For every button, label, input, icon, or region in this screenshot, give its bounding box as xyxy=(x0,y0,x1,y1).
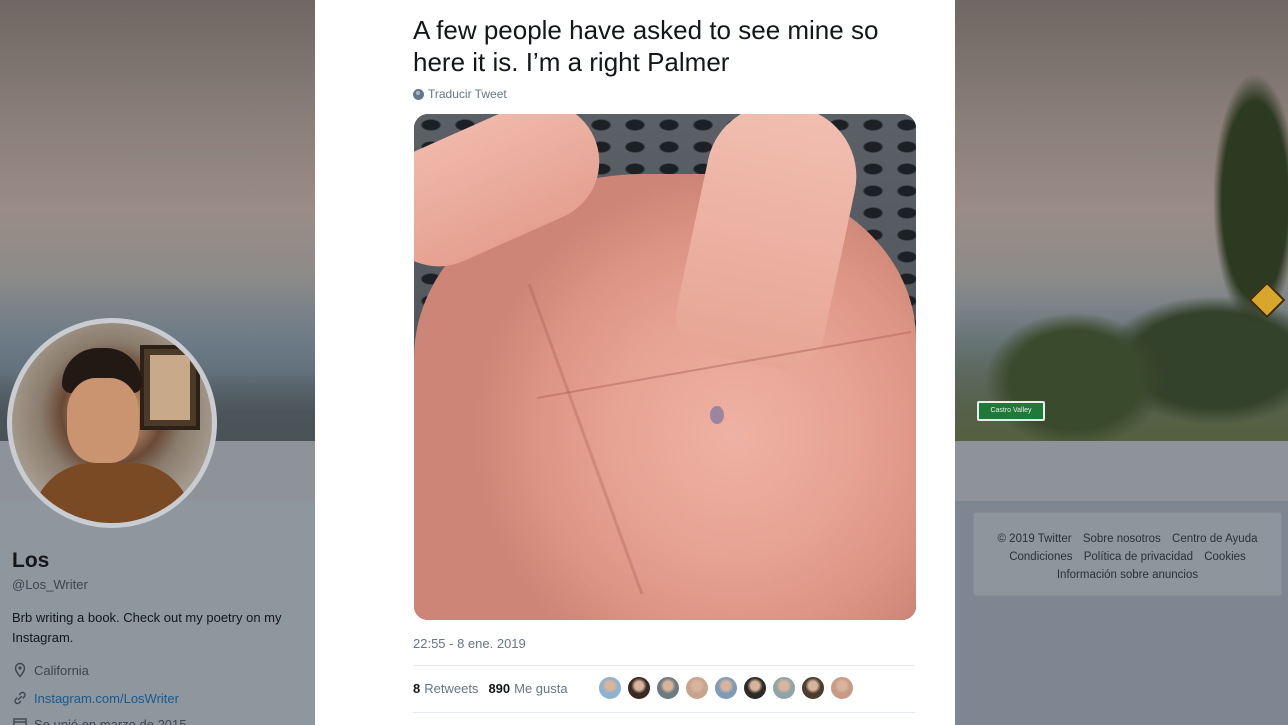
liker-avatar[interactable] xyxy=(598,676,622,700)
footer-link-ads-info[interactable]: Información sobre anuncios xyxy=(1057,569,1198,581)
footer-link-about[interactable]: Sobre nosotros xyxy=(1083,533,1161,545)
profile-joined-text: Se unió en marzo de 2015 xyxy=(34,716,187,725)
likers-avatars xyxy=(598,676,854,700)
liker-avatar[interactable] xyxy=(743,676,767,700)
tweet-stats: 8 Retweets 890 Me gusta xyxy=(413,681,578,696)
profile-link[interactable]: Instagram.com/LosWriter xyxy=(12,690,179,706)
translate-tweet-label[interactable]: Traducir Tweet xyxy=(428,87,507,101)
likes-count: 890 xyxy=(488,681,511,696)
tweet-photo[interactable] xyxy=(414,114,916,620)
profile-bio: Brb writing a book. Check out my poetry … xyxy=(12,610,282,645)
footer-copyright: © 2019 Twitter xyxy=(997,533,1072,545)
calendar-icon xyxy=(13,718,27,725)
profile-joined: Se unió en marzo de 2015 xyxy=(12,716,187,725)
liker-avatar[interactable] xyxy=(685,676,709,700)
retweets-stat[interactable]: 8 Retweets xyxy=(413,681,478,696)
link-icon xyxy=(14,691,26,705)
profile-name[interactable]: Los xyxy=(12,549,49,573)
liker-avatar[interactable] xyxy=(830,676,854,700)
footer-row-2: Condiciones Política de privacidad Cooki… xyxy=(974,548,1281,566)
liker-avatar[interactable] xyxy=(656,676,680,700)
profile-link-text[interactable]: Instagram.com/LosWriter xyxy=(34,691,179,706)
footer-link-privacy[interactable]: Política de privacidad xyxy=(1084,551,1193,563)
profile-location: California xyxy=(12,662,89,678)
liker-avatar[interactable] xyxy=(772,676,796,700)
footer-link-help[interactable]: Centro de Ayuda xyxy=(1172,533,1257,545)
divider xyxy=(413,665,915,666)
avatar-jacket xyxy=(32,463,192,523)
footer-row-1: © 2019 Twitter Sobre nosotros Centro de … xyxy=(974,530,1281,548)
tweet-modal: A few people have asked to see mine so h… xyxy=(315,0,955,725)
tweet-timestamp[interactable]: 22:55 - 8 ene. 2019 xyxy=(413,636,526,651)
footer-links-card: © 2019 Twitter Sobre nosotros Centro de … xyxy=(973,512,1282,596)
translate-tweet-link[interactable]: Traducir Tweet xyxy=(413,87,507,101)
retweets-count: 8 xyxy=(413,681,421,696)
footer-row-3: Información sobre anuncios xyxy=(974,566,1281,584)
avatar-picture-frame xyxy=(140,345,200,430)
avatar[interactable] xyxy=(7,318,217,528)
likes-label: Me gusta xyxy=(514,681,568,696)
liker-avatar[interactable] xyxy=(801,676,825,700)
likes-stat[interactable]: 890 Me gusta xyxy=(488,681,567,696)
banner-trees xyxy=(955,0,1288,441)
profile-handle[interactable]: @Los_Writer xyxy=(12,577,88,592)
road-sign: Castro Valley xyxy=(977,401,1045,421)
profile-location-text: California xyxy=(34,662,89,678)
tweet-text: A few people have asked to see mine so h… xyxy=(413,15,879,77)
avatar-face xyxy=(67,378,139,463)
footer-link-cookies[interactable]: Cookies xyxy=(1204,551,1246,563)
globe-icon xyxy=(413,88,424,100)
photo-palm-mark xyxy=(710,406,724,424)
profile-nav-strip-right xyxy=(955,441,1288,501)
footer-link-terms[interactable]: Condiciones xyxy=(1009,551,1072,563)
liker-avatar[interactable] xyxy=(627,676,651,700)
retweets-label: Retweets xyxy=(424,681,479,696)
divider xyxy=(413,712,915,713)
location-pin-icon xyxy=(14,662,26,678)
liker-avatar[interactable] xyxy=(714,676,738,700)
